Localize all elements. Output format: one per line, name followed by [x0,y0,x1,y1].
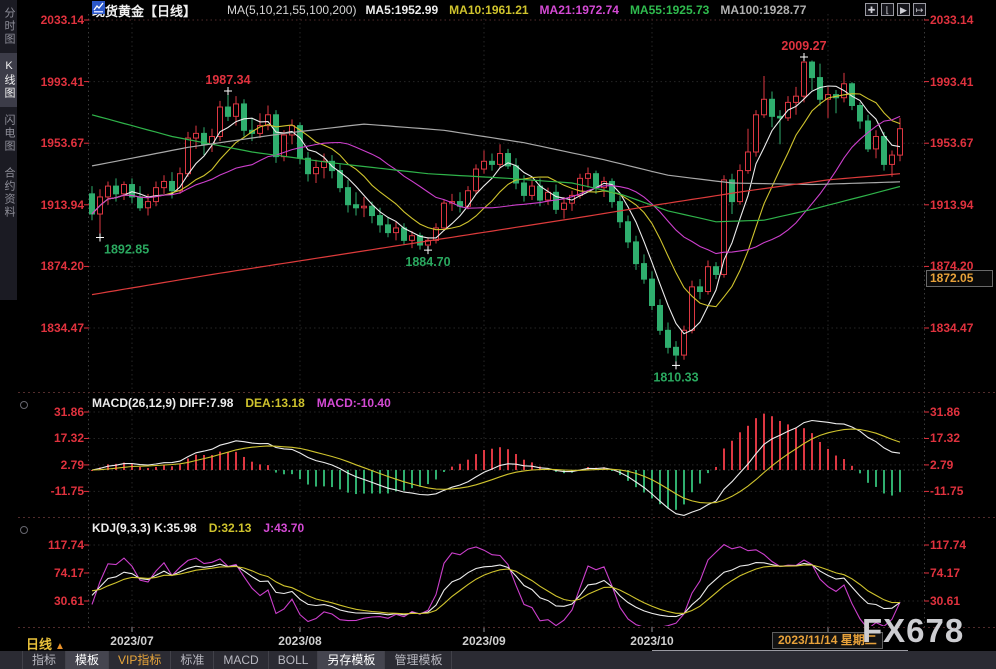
indicator-value-label: J:43.70 [263,521,304,535]
bottom-toolbar: 指标模板VIP指标标准MACDBOLL另存模板管理模板 [0,651,996,669]
ma-value-label: MA21:1972.74 [540,3,619,17]
axis-label: 117.74 [18,538,84,552]
month-label: 2023/09 [462,634,505,648]
axis-label: 30.61 [930,594,960,608]
axis-label: 1993.41 [18,75,84,89]
ma-value-label: MA10:1961.21 [449,3,528,17]
indicator-value-label: DEA:13.18 [245,396,304,410]
ma-params-label: MA(5,10,21,55,100,200) [227,3,356,17]
price-annotation: 1892.85 [104,242,149,256]
ma-value-label: MA100:1928.77 [720,3,806,17]
toolbar-tab[interactable]: 标准 [171,651,214,669]
axis-label: 1953.67 [18,136,84,150]
jump-to-latest-icon[interactable]: ↦ [913,3,926,16]
axis-label: 17.32 [18,431,84,445]
axis-label: 17.32 [930,431,960,445]
play-forward-icon[interactable]: ▶ [897,3,910,16]
toolbar-tab[interactable]: 模板 [66,651,109,669]
indicator-value-label: MACD:-10.40 [317,396,391,410]
axis-label: 74.17 [18,566,84,580]
axis-label: 31.86 [18,405,84,419]
toolbar-tab[interactable]: BOLL [269,651,319,669]
trading-app: 1892.851987.341884.701810.332009.27 分时图K… [0,0,996,669]
indicator-value-label: MACD(26,12,9) DIFF:7.98 [92,396,233,410]
macd-series [91,414,901,516]
price-tag: 1872.05 [926,270,993,287]
axis-label: 2033.14 [930,13,973,27]
month-label: 2023/07 [110,634,153,648]
ma-legend: MA5:1952.99 MA10:1961.21 MA21:1972.74 MA55:… [365,1,817,19]
axis-label: 1834.47 [930,321,973,335]
price-annotation: 1884.70 [405,255,450,269]
chart-header: 现货黄金【日线】 MA(5,10,21,55,100,200) MA5:1952… [92,1,817,19]
indicator-toggle-icon[interactable] [20,526,28,534]
chart-plot-area[interactable]: 1892.85 1987.34 1884.70 1810.33 2009.27 [0,0,996,669]
period-label: 日线 [26,637,52,652]
sidebar-item-chart-type[interactable]: 合约资料 [0,160,17,226]
toolbar-tab[interactable]: 管理模板 [385,651,452,669]
kdj-header: KDJ(9,3,3) K:35.98 D:32.13 J:43.70 [92,521,304,535]
axis-label: 1834.47 [18,321,84,335]
indicator-value-label: D:32.13 [209,521,252,535]
price-annotation: 1810.33 [653,370,698,384]
axis-label: -11.75 [18,484,84,498]
axis-label: -11.75 [930,484,963,498]
sidebar-item-active[interactable]: K线图 [0,53,17,107]
axis-label: 1913.94 [930,198,973,212]
indicator-value-label: KDJ(9,3,3) K:35.98 [92,521,197,535]
axis-label: 2.79 [18,458,84,472]
axis-label: 2.79 [930,458,953,472]
pan-crosshair-icon[interactable]: ✚ [865,3,878,16]
axis-label: 31.86 [930,405,960,419]
sidebar-item-chart-type[interactable]: 闪电图 [0,107,17,160]
candlestick-series [90,53,903,369]
axis-label: 1953.67 [930,136,973,150]
watermark: FX678 [862,612,964,650]
toolbar-tab[interactable]: 指标 [22,651,66,669]
axis-label: 1993.41 [930,75,973,89]
axis-label: 117.74 [930,538,966,552]
ma-value-label: MA5:1952.99 [365,3,438,17]
price-annotation: 1987.34 [205,73,250,87]
header-icon-toolbar: ✚⌊▶↦ [865,3,926,16]
axis-label: 2033.14 [18,13,84,27]
month-label: 2023/10 [630,634,673,648]
toolbar-tab[interactable]: MACD [214,651,268,669]
ma-value-label: MA55:1925.73 [630,3,709,17]
month-label: 2023/08 [278,634,321,648]
toolbar-tab[interactable]: VIP指标 [109,651,171,669]
sidebar-item-chart-type[interactable]: 分时图 [0,0,17,53]
axis-label: 1913.94 [18,198,84,212]
axis-label: 74.17 [930,566,960,580]
kdj-series [92,545,900,629]
price-annotation: 2009.27 [781,39,826,53]
axis-scale-icon[interactable]: ⌊ [881,3,894,16]
toolbar-tab[interactable]: 另存模板 [318,651,385,669]
axis-label: 30.61 [18,594,84,608]
axis-label: 1874.20 [18,259,84,273]
line-chart-icon [205,4,218,17]
chart-type-sidebar: 分时图K线图闪电图合约资料 [0,0,17,300]
instrument-title: 现货黄金【日线】 [92,1,196,20]
macd-header: MACD(26,12,9) DIFF:7.98 DEA:13.18 MACD:-10… [92,396,391,410]
indicator-toggle-icon[interactable] [20,401,28,409]
